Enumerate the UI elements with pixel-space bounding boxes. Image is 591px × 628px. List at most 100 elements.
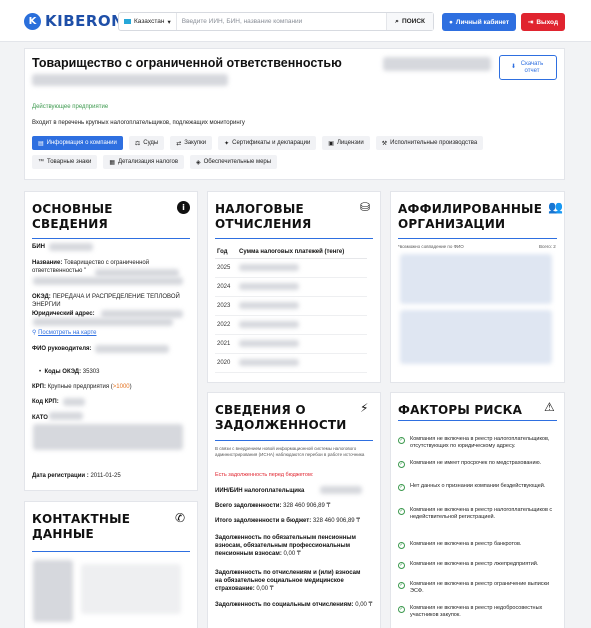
kato-redacted [49, 412, 83, 420]
medical-value: 0,00 ₸ [256, 586, 274, 592]
tax-year: 2022 [215, 315, 237, 335]
cabinet-button[interactable]: ● Личный кабинет [442, 13, 516, 31]
tax-sum-redacted [237, 353, 367, 373]
affiliated-rule [398, 238, 557, 239]
total-row: Всего задолженности: 328 460 906,89 ₸ [215, 502, 375, 510]
risk-item: ✓ Компания не включена в реестр ограничен… [398, 581, 563, 595]
kato-label: КАТО [32, 415, 48, 421]
risk-item: ✓ Компания не имеет просрочек по медстрах… [398, 460, 563, 468]
logo[interactable]: K KIBERON [24, 12, 124, 30]
taxes-table: Год Сумма налоговых платежей (тенге) 202… [215, 246, 367, 373]
check-circle-icon: ✓ [398, 542, 405, 549]
affiliated-item-redacted[interactable] [400, 254, 552, 304]
debt-card: СВЕДЕНИЯ О ЗАДОЛЖЕННОСТИ ⚡ В связи с вне… [207, 392, 381, 628]
affiliated-item-redacted-2[interactable] [400, 310, 552, 364]
tab-7[interactable]: ▦ Детализация налогов [103, 155, 185, 169]
check-circle-icon: ✓ [398, 437, 405, 444]
search-button[interactable]: ⌕ ПОИСК [386, 13, 433, 30]
risks-rule [398, 420, 557, 421]
tax-year: 2023 [215, 296, 237, 316]
debt-has-debt: Есть задолженность перед бюджетом: [215, 472, 314, 478]
download-report-button[interactable]: ⬇ Скачать отчет [499, 55, 557, 80]
affiliated-note: *возможно совпадение по ФИО [398, 244, 464, 249]
tab-label: Информация о компании [46, 140, 117, 146]
check-circle-icon: ✓ [398, 606, 405, 613]
tab-5[interactable]: ⚒ Исполнительные производства [375, 136, 484, 150]
pension-value: 0,00 ₸ [283, 551, 301, 557]
oked-codes-row: • Коды ОКЭД: 35303 [39, 369, 100, 375]
debt-heading: СВЕДЕНИЯ О ЗАДОЛЖЕННОСТИ [215, 403, 347, 432]
receipt-icon: ▦ [109, 159, 116, 166]
tax-year: 2020 [215, 353, 237, 373]
tab-2[interactable]: ⇄ Закупки [170, 136, 213, 150]
check-circle-icon: ✓ [398, 508, 405, 515]
contacts-redacted [33, 560, 73, 622]
country-select[interactable]: Казахстан ▾ [119, 13, 177, 30]
risk-item: ✓ Компания не включена в реестр лжепредпр… [398, 561, 563, 569]
kazakhstan-flag-icon [124, 19, 131, 24]
tab-1[interactable]: ⚖ Суды [128, 136, 165, 150]
tax-sum-blur [239, 321, 299, 329]
taxes-rule [215, 238, 373, 239]
company-name-redacted-line2 [32, 74, 228, 86]
reg-value: 2011-01-25 [90, 473, 121, 479]
risk-item-text: Компания не включена в реестр налогоплат… [410, 436, 550, 449]
tax-sum-redacted [237, 258, 367, 278]
map-pin-icon: ⚲ [32, 330, 37, 336]
social-value: 0,00 ₸ [355, 602, 373, 608]
total-label: Всего задолженности: [215, 503, 282, 509]
budget-label: Итого задолженности в бюджет: [215, 518, 312, 524]
tab-8[interactable]: ◈ Обеспечительные меры [190, 155, 278, 169]
krp-range: >1000 [112, 384, 130, 390]
cabinet-button-label: Личный кабинет [455, 18, 510, 26]
tab-4[interactable]: ▣ Лицензии [322, 136, 370, 150]
basic-info-rule [32, 238, 190, 239]
certificate-icon: ✦ [224, 140, 230, 147]
users-icon: 👥 [548, 200, 563, 214]
download-report-label: Скачать отчет [520, 60, 544, 74]
company-card: Товарищество с ограниченной ответственно… [24, 48, 565, 180]
tab-3[interactable]: ✦ Сертификаты и декларации [218, 136, 317, 150]
logout-icon: ⇥ [527, 19, 534, 26]
lightning-icon: ⚡ [360, 401, 369, 415]
court-icon: ⚖ [134, 140, 141, 147]
director-redacted [95, 345, 169, 353]
tax-sum-redacted [237, 334, 367, 354]
reg-label: Дата регистрации : [32, 473, 89, 479]
risk-item: ✓ Нет данных о признании компании бездейс… [398, 483, 563, 491]
affiliated-heading: АФФИЛИРОВАННЫЕ ОРГАНИЗАЦИИ [398, 202, 543, 231]
table-row: 2021 [215, 334, 367, 354]
reg-row: Дата регистрации : 2011-01-25 [32, 472, 121, 480]
debt-rule [215, 440, 373, 441]
table-row: 2022 [215, 315, 367, 335]
iin-redacted [320, 486, 362, 494]
risk-item-text: Компания не имеет просрочек по медстрахо… [410, 460, 542, 466]
tax-sum-redacted [237, 315, 367, 335]
krp-code-row: Код КРП: [32, 398, 59, 406]
budget-value: 328 460 906,89 ₸ [312, 518, 361, 524]
tab-0[interactable]: ▤ Информация о компании [32, 136, 123, 150]
tab-label: Исполнительные производства [390, 140, 478, 146]
oked-codes-label: Коды ОКЭД: [44, 369, 82, 375]
director-label: ФИО руководителя: [32, 346, 92, 352]
tab-label: Лицензии [336, 140, 364, 146]
tax-sum-blur [239, 302, 299, 310]
map-link-row[interactable]: ⚲ Посмотреть на карте [32, 329, 96, 337]
krp-code-label: Код КРП: [32, 399, 59, 405]
basic-info-card: ОСНОВНЫЕ СВЕДЕНИЯ i БИН Название: Товари… [24, 191, 198, 491]
risk-item: ✓ Компания не включена в реестр налогопла… [398, 507, 563, 521]
tab-label: Обеспечительные меры [203, 159, 272, 165]
tab-6[interactable]: ™ Товарные знаки [32, 155, 98, 169]
tax-year: 2024 [215, 277, 237, 297]
tab-label: Закупки [184, 140, 207, 146]
risk-item: ✓ Компания не включена в реестр налогопла… [398, 436, 563, 450]
exit-button[interactable]: ⇥ Выход [521, 13, 565, 31]
search-input[interactable] [176, 18, 387, 25]
monitoring-note: Входит в перечень крупных налогоплательщ… [32, 120, 245, 126]
taxes-col-sum: Сумма налоговых платежей (тенге) [237, 246, 367, 259]
social-row: Задолженность по социальным отчислениям:… [215, 601, 375, 609]
risk-item-text: Нет данных о признании компании бездейст… [410, 483, 546, 489]
gavel-icon: ⚒ [381, 140, 388, 147]
map-link[interactable]: Посмотреть на карте [38, 330, 96, 336]
address-row: Юридический адрес: [32, 310, 95, 318]
